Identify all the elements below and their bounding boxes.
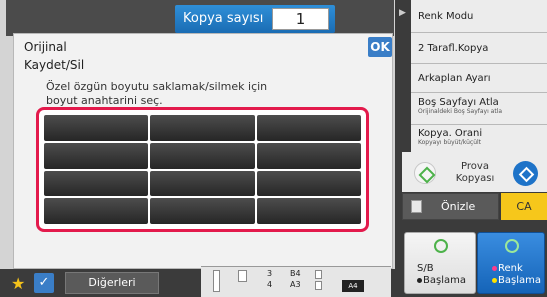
star-icon[interactable]: ★ [11, 274, 25, 293]
menu-sublabel: Kopyayı büyüt/küçült [418, 139, 482, 146]
size-key[interactable] [256, 115, 361, 141]
proof-copy-label: Prova Kopyası [455, 161, 495, 184]
menu-label: Boş Sayfayı Atla [418, 97, 499, 108]
size-key[interactable] [150, 115, 255, 141]
menu-label: Arkaplan Ayarı [418, 73, 491, 84]
magenta-dot-icon [492, 266, 497, 271]
size-key-grid [36, 107, 369, 232]
yellow-dot-icon [492, 278, 497, 283]
menu-duplex-copy[interactable]: 2 Tarafl.Kopya [411, 33, 547, 64]
bw-start-button[interactable]: S/B Başlama [404, 232, 476, 294]
tray-size: A3 [290, 280, 301, 289]
color-proof-button[interactable] [513, 161, 538, 186]
size-key[interactable] [150, 170, 255, 197]
copy-count-label: Kopya sayısı [183, 11, 264, 26]
start-area: S/B Başlama Renk Başlama [395, 220, 547, 297]
menu-label: Renk Modu [418, 11, 474, 22]
clear-all-button[interactable]: CA [501, 193, 547, 220]
dialog-title: Orijinal [24, 40, 67, 54]
tray-icon [238, 270, 247, 282]
color-start-button[interactable]: Renk Başlama [477, 232, 545, 294]
color-label-line1: Renk [498, 263, 523, 274]
proof-copy-button[interactable] [414, 162, 436, 184]
color-start-label: Renk Başlama [492, 263, 541, 287]
dialog-instruction: Özel özgün boyutu saklamak/silmek için b… [46, 80, 268, 107]
copy-count-input[interactable]: 1 [272, 8, 329, 30]
size-key[interactable] [256, 170, 361, 197]
size-key[interactable] [44, 142, 149, 169]
size-key[interactable] [44, 170, 149, 197]
menu-sublabel: Orijinaldeki Boş Sayfayı atla [418, 108, 503, 115]
ok-button[interactable]: OK [368, 37, 392, 57]
size-key[interactable] [44, 198, 149, 224]
menu-background-adjust[interactable]: Arkaplan Ayarı [411, 64, 547, 93]
dialog-subtitle: Kaydet/Sil [24, 58, 85, 72]
tray-icon [213, 270, 220, 292]
size-key[interactable] [256, 142, 361, 169]
start-icon [505, 239, 519, 253]
tray-level-icon [315, 270, 322, 279]
bw-label-line1: S/B [417, 263, 434, 274]
others-button[interactable]: Diğerleri [65, 272, 159, 294]
checkmark-icon[interactable]: ✓ [34, 273, 54, 293]
document-icon [411, 200, 422, 213]
tray-number: 4 [267, 280, 273, 289]
tray-number: 3 [267, 269, 273, 278]
tray-size: B4 [290, 269, 301, 278]
menu-skip-blank-page[interactable]: Boş Sayfayı Atla Orijinaldeki Boş Sayfay… [411, 93, 547, 125]
proof-copy-area: Prova Kopyası [402, 152, 547, 192]
menu-color-mode[interactable]: Renk Modu [411, 0, 547, 33]
size-key[interactable] [150, 142, 255, 169]
bw-start-label: S/B Başlama [417, 263, 466, 287]
scroll-arrow-icon[interactable]: ▶ [399, 8, 406, 18]
preview-label: Önizle [441, 200, 476, 213]
bw-label-line2: Başlama [423, 275, 466, 286]
copier-screen: Kopya sayısı 1 Orijinal Kaydet/Sil OK Öz… [0, 0, 547, 297]
tray-level-icon [315, 281, 322, 290]
start-icon [434, 239, 448, 253]
menu-label: 2 Tarafl.Kopya [418, 43, 489, 54]
size-key[interactable] [150, 198, 255, 224]
preview-button[interactable]: Önizle [402, 193, 499, 220]
original-size-dialog: Orijinal Kaydet/Sil OK Özel özgün boyutu… [13, 33, 393, 269]
menu-copy-ratio[interactable]: Kopya. Orani Kopyayı büyüt/küçült [411, 125, 547, 155]
copy-count-control[interactable]: Kopya sayısı 1 [175, 5, 335, 33]
menu-label: Kopya. Orani [418, 128, 483, 139]
black-dot-icon [417, 278, 422, 283]
paper-tray-status: 3 4 B4 A3 A4 [201, 266, 391, 297]
size-key[interactable] [256, 198, 361, 224]
current-paper-size: A4 [342, 280, 364, 292]
color-label-line2: Başlama [498, 275, 541, 286]
size-key[interactable] [44, 115, 149, 141]
